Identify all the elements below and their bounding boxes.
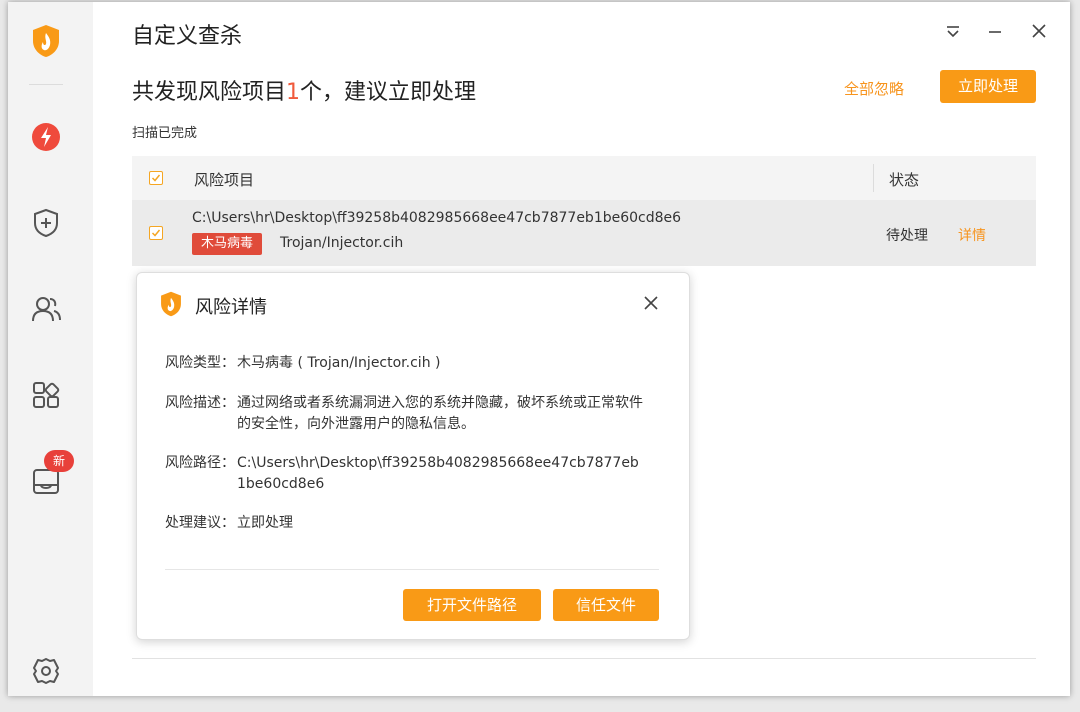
shield-plus-icon[interactable] <box>29 206 63 240</box>
risk-detail-dialog: 风险详情 风险类型： 木马病毒 ( Trojan/Injector.cih ) … <box>136 272 690 640</box>
field-value: 木马病毒 ( Trojan/Injector.cih ) <box>237 355 441 371</box>
users-icon[interactable] <box>29 292 63 326</box>
logo-icon <box>29 24 63 58</box>
threat-name: Trojan/Injector.cih <box>280 235 404 251</box>
trust-file-button[interactable]: 信任文件 <box>553 589 659 621</box>
headline-prefix: 共发现风险项目 <box>132 80 287 105</box>
settings-icon[interactable] <box>29 654 63 688</box>
field-value: 通过网络或者系统漏洞进入您的系统并隐藏，破坏系统或正常软件的安全性，向外泄露用户… <box>237 395 643 432</box>
select-all-checkbox[interactable] <box>149 171 163 185</box>
field-label: 风险描述： <box>165 395 235 411</box>
result-headline: 共发现风险项目1个，建议立即处理 <box>132 74 476 106</box>
ignore-all-link[interactable]: 全部忽略 <box>844 78 904 99</box>
detail-link[interactable]: 详情 <box>958 225 986 245</box>
row-checkbox[interactable] <box>149 226 163 240</box>
open-file-path-button[interactable]: 打开文件路径 <box>403 589 541 621</box>
column-header-status: 状态 <box>889 171 920 189</box>
close-icon[interactable] <box>1026 18 1052 44</box>
minimize-icon[interactable] <box>982 18 1008 44</box>
field-label: 风险路径： <box>165 455 235 471</box>
field-value: C:\Users\hr\Desktop\ff39258b4082985668ee… <box>237 455 639 492</box>
bolt-icon[interactable] <box>29 120 63 154</box>
risk-count: 1 <box>286 80 301 105</box>
menu-dropdown-icon[interactable] <box>940 18 966 44</box>
sidebar-divider <box>29 84 63 85</box>
table-header: 风险项目 状态 <box>132 156 1036 200</box>
bottom-divider <box>132 658 1036 659</box>
table-row[interactable]: C:\Users\hr\Desktop\ff39258b4082985668ee… <box>132 200 1036 266</box>
dialog-divider <box>165 569 659 570</box>
apps-icon[interactable] <box>29 378 63 412</box>
risk-type-badge: 木马病毒 <box>192 233 263 255</box>
row-status: 待处理 <box>886 228 928 244</box>
field-value: 立即处理 <box>237 515 293 531</box>
field-label: 风险类型： <box>165 355 235 371</box>
app-window: 新 自定义查杀 共发现风险项目1个，建议立即处理 全部忽略 立即处理 扫描已完成… <box>8 2 1070 696</box>
column-divider <box>873 164 874 192</box>
headline-suffix: 个，建议立即处理 <box>300 80 477 105</box>
risk-file-path: C:\Users\hr\Desktop\ff39258b4082985668ee… <box>192 210 682 226</box>
dialog-close-icon[interactable] <box>639 291 663 315</box>
dialog-title: 风险详情 <box>195 297 267 318</box>
window-title: 自定义查杀 <box>132 24 243 49</box>
sidebar: 新 <box>8 2 93 696</box>
handle-now-button[interactable]: 立即处理 <box>940 70 1036 103</box>
scan-status: 扫描已完成 <box>132 126 198 141</box>
dialog-logo-icon <box>159 291 183 321</box>
new-badge: 新 <box>44 450 74 472</box>
column-header-risk-item: 风险项目 <box>194 171 255 189</box>
field-label: 处理建议： <box>165 515 235 531</box>
